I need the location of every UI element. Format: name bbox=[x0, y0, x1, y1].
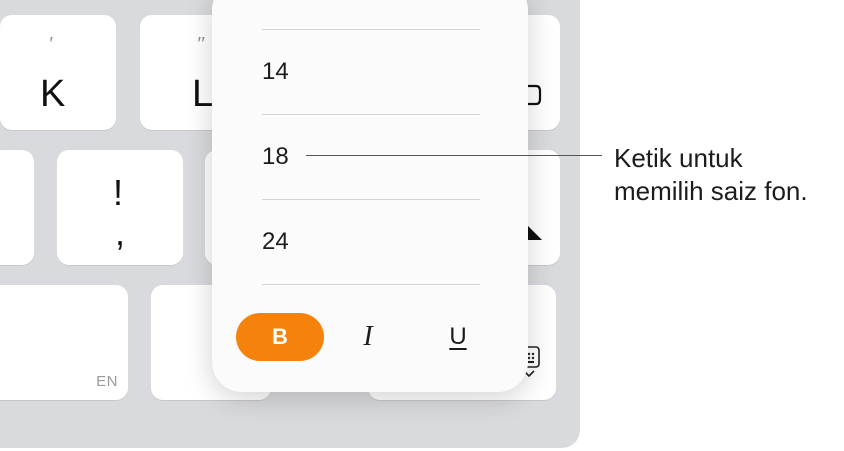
underline-button[interactable]: U bbox=[414, 313, 502, 361]
font-size-label: 14 bbox=[262, 58, 289, 85]
key-exclamation-alt: , bbox=[115, 212, 126, 253]
divider bbox=[262, 284, 480, 285]
callout-text: Ketik untuk memilih saiz fon. bbox=[614, 142, 844, 208]
font-size-option-18[interactable]: 18 bbox=[262, 114, 480, 199]
italic-button[interactable]: I bbox=[324, 313, 412, 361]
font-size-label: 24 bbox=[262, 228, 289, 255]
callout-line bbox=[306, 155, 602, 156]
key-exclamation[interactable]: ! , bbox=[57, 150, 183, 265]
key-left-row2[interactable] bbox=[0, 150, 34, 265]
key-exclamation-label: ! bbox=[113, 172, 124, 213]
key-l-alt: " bbox=[196, 33, 205, 55]
callout-line-1: Ketik untuk bbox=[614, 143, 743, 173]
font-size-popup: 14 18 24 B I U bbox=[212, 0, 528, 392]
font-size-option-24[interactable]: 24 bbox=[262, 199, 480, 284]
key-k-alt: ' bbox=[48, 33, 53, 55]
key-globe-language[interactable]: EN bbox=[0, 285, 128, 400]
key-k-label: K bbox=[40, 73, 66, 115]
key-l-label: L bbox=[192, 73, 214, 115]
arrow-icon bbox=[528, 226, 542, 240]
callout-line-2: memilih saiz fon. bbox=[614, 176, 808, 206]
font-size-option-14[interactable]: 14 bbox=[262, 29, 480, 114]
key-k[interactable]: ' K bbox=[0, 15, 116, 130]
language-label: EN bbox=[96, 373, 118, 390]
font-size-label: 18 bbox=[262, 143, 289, 170]
bold-button[interactable]: B bbox=[236, 313, 324, 361]
